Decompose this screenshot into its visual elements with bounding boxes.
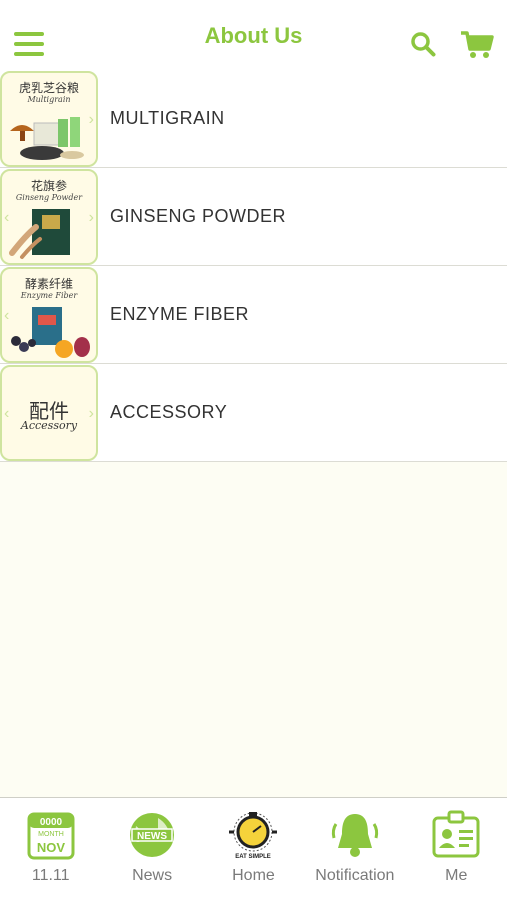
item-label: ACCESSORY	[110, 402, 228, 422]
item-label: GINSENG POWDER	[110, 206, 287, 226]
tab-11-11[interactable]: 0000 MONTH NOV 11.11	[0, 798, 101, 900]
multigrain-product-image	[10, 116, 84, 160]
ginseng-thumbnail: 花旗参 Ginseng Powder ‹ ›	[0, 168, 98, 265]
calendar-icon: 0000 MONTH NOV	[27, 812, 75, 860]
home-logo-icon: EAT SIMPLE	[229, 812, 278, 860]
ginseng-product-image	[9, 208, 70, 259]
svg-text:MONTH: MONTH	[38, 831, 64, 838]
top-bar: About Us	[0, 0, 507, 72]
item-label: MULTIGRAIN	[110, 108, 225, 128]
category-list: 虎乳芝谷粮 Multigrain › MULTIGRAIN 花旗参 Ginsen…	[0, 70, 507, 462]
thumb-cn-label: 花旗参	[30, 178, 67, 193]
globe-news-icon: NEWS	[130, 813, 175, 857]
tab-label: Home	[232, 867, 275, 884]
thumb-en-label: Ginseng Powder	[15, 192, 83, 202]
thumb-en-label: Accessory	[20, 418, 78, 432]
menu-icon[interactable]	[14, 32, 44, 56]
svg-text:EAT SIMPLE: EAT SIMPLE	[236, 854, 272, 860]
list-item-accessory[interactable]: ‹ › 配件 Accessory ACCESSORY	[0, 364, 507, 462]
tab-label: Notification	[315, 867, 395, 884]
bottom-tab-bar: 0000 MONTH NOV 11.11 NEWS News EAT SIMPL…	[0, 797, 507, 900]
item-label: ENZYME FIBER	[110, 304, 250, 324]
tab-label: 11.11	[31, 867, 70, 884]
enzyme-fiber-thumbnail: 酵素纤维 Enzyme Fiber ‹	[0, 266, 98, 363]
svg-text:NOV: NOV	[37, 840, 66, 855]
multigrain-thumbnail: 虎乳芝谷粮 Multigrain ›	[0, 70, 98, 167]
svg-text:0000: 0000	[40, 817, 63, 828]
accessory-thumbnail: ‹ › 配件 Accessory	[0, 364, 98, 461]
tab-label: News	[132, 867, 173, 884]
thumb-cn-label: 虎乳芝谷粮	[18, 80, 79, 95]
thumb-en-label: Enzyme Fiber	[20, 290, 78, 300]
tab-me[interactable]: Me	[406, 798, 507, 900]
id-card-icon	[432, 810, 480, 858]
list-item-ginseng-powder[interactable]: 花旗参 Ginseng Powder ‹ › GINSENG POWDER	[0, 168, 507, 266]
thumb-en-label: Multigrain	[27, 94, 71, 104]
tab-notification[interactable]: Notification	[304, 798, 405, 900]
tab-news[interactable]: NEWS News	[101, 798, 202, 900]
bell-icon	[331, 814, 379, 857]
search-icon[interactable]	[410, 31, 436, 57]
thumb-cn-label: 酵素纤维	[24, 276, 73, 291]
cart-icon[interactable]	[460, 30, 494, 60]
list-item-multigrain[interactable]: 虎乳芝谷粮 Multigrain › MULTIGRAIN	[0, 70, 507, 168]
enzyme-fiber-product-image	[11, 306, 90, 358]
tab-home[interactable]: EAT SIMPLE Home	[203, 798, 304, 900]
page-title: About Us	[204, 23, 303, 48]
svg-text:NEWS: NEWS	[137, 831, 167, 842]
list-item-enzyme-fiber[interactable]: 酵素纤维 Enzyme Fiber ‹ ENZYME FIBER	[0, 266, 507, 364]
tab-label: Me	[445, 867, 468, 884]
